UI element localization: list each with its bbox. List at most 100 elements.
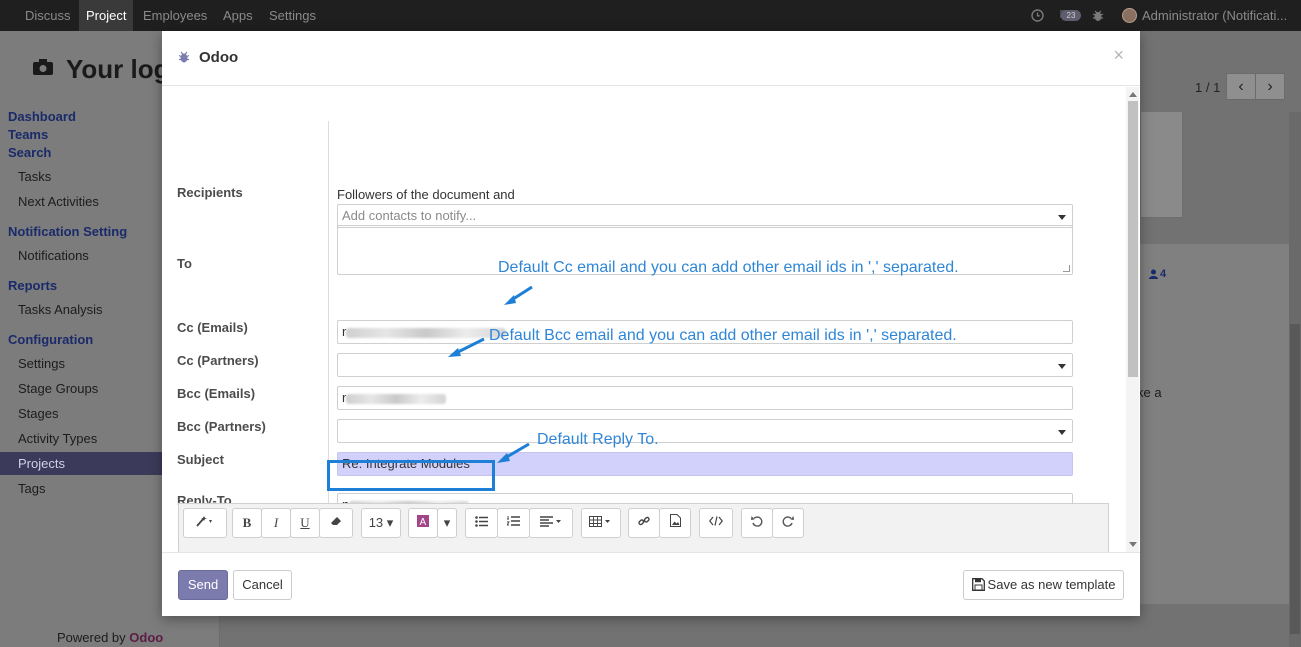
chevron-down-icon[interactable] <box>1058 430 1066 435</box>
redo-button[interactable] <box>772 508 804 538</box>
sidebar-item-tags[interactable]: Tags <box>18 481 45 496</box>
sidebar-item-notifications[interactable]: Notifications <box>18 248 89 263</box>
resize-handle[interactable] <box>1063 265 1070 272</box>
pager-prev-button[interactable]: ‹ <box>1226 73 1256 100</box>
sidebar-item-projects[interactable]: Projects <box>18 456 65 471</box>
user-avatar[interactable] <box>1122 8 1137 23</box>
code-view-button[interactable] <box>699 508 733 538</box>
sidebar-configuration[interactable]: Configuration <box>8 332 93 347</box>
followers-count[interactable]: 4 <box>1160 268 1166 280</box>
sidebar-search[interactable]: Search <box>8 145 51 160</box>
color-button[interactable]: A <box>408 508 438 538</box>
sidebar-item-tasks-analysis[interactable]: Tasks Analysis <box>18 302 103 317</box>
italic-button[interactable]: I <box>261 508 291 538</box>
bg-snippet: ke a <box>1137 385 1162 400</box>
sidebar-notification-setting[interactable]: Notification Setting <box>8 224 127 239</box>
arrow-reply-to <box>497 442 530 463</box>
sidebar-item-settings[interactable]: Settings <box>18 356 65 371</box>
bcc-emails-blurred <box>346 393 447 404</box>
file-image-icon <box>669 514 681 527</box>
bg-record-card <box>1140 112 1183 218</box>
cc-emails-label: Cc (Emails) <box>177 320 248 335</box>
followers-text: Followers of the document and <box>337 187 515 202</box>
dialog-footer: Send Cancel Save as new template <box>162 552 1140 616</box>
clock-icon[interactable] <box>1031 9 1044 22</box>
send-button[interactable]: Send <box>178 570 228 600</box>
message-count-badge: 23 <box>1061 10 1081 21</box>
reply-to-highlight <box>327 460 495 491</box>
page-scrollbar-thumb[interactable] <box>1290 324 1300 634</box>
to-label: To <box>177 256 192 271</box>
subject-label: Subject <box>177 452 224 467</box>
sidebar-item-next-activities[interactable]: Next Activities <box>18 194 99 209</box>
undo-button[interactable] <box>741 508 773 538</box>
underline-button[interactable]: U <box>290 508 320 538</box>
style-button[interactable] <box>183 508 227 538</box>
nav-project[interactable]: Project <box>79 0 134 31</box>
cancel-button[interactable]: Cancel <box>233 570 292 600</box>
nav-discuss[interactable]: Discuss <box>25 0 71 31</box>
align-button[interactable] <box>529 508 573 538</box>
chevron-down-icon[interactable] <box>1058 215 1066 220</box>
svg-text:A: A <box>420 517 427 527</box>
nav-apps[interactable]: Apps <box>223 0 253 31</box>
sidebar-item-stages[interactable]: Stages <box>18 406 58 421</box>
pager-next-button[interactable]: › <box>1255 73 1285 100</box>
table-icon <box>589 516 610 527</box>
dialog-scrollbar-thumb[interactable] <box>1128 101 1138 377</box>
sidebar-item-activity-types[interactable]: Activity Types <box>18 431 97 446</box>
bold-button[interactable]: B <box>232 508 262 538</box>
dialog-body: Recipients Followers of the document and… <box>162 87 1140 552</box>
arrow-bcc <box>448 337 485 357</box>
powered-by: Powered by Odoo <box>57 630 163 645</box>
redo-icon <box>782 516 794 527</box>
sidebar-reports[interactable]: Reports <box>8 278 57 293</box>
recipients-placeholder: Add contacts to notify... <box>342 208 477 223</box>
sidebar-teams[interactable]: Teams <box>8 127 48 142</box>
eraser-button[interactable] <box>319 508 353 538</box>
image-button[interactable] <box>659 508 691 538</box>
sidebar-dashboard[interactable]: Dashboard <box>8 109 76 124</box>
user-menu[interactable]: Administrator (Notificati... <box>1142 0 1287 31</box>
annotation-reply-to: Default Reply To. <box>537 431 659 448</box>
scroll-down-icon[interactable] <box>1129 542 1137 547</box>
html-editor[interactable]: B I U 13 ▾ A ▾ <box>178 503 1109 552</box>
dialog-title: Odoo <box>199 49 239 66</box>
undo-icon <box>751 516 763 527</box>
save-template-label: Save as new template <box>987 577 1116 592</box>
bug-icon <box>178 51 190 63</box>
bg-chatter: 4 ke a <box>1137 244 1289 604</box>
color-dropdown-button[interactable]: ▾ <box>437 508 457 538</box>
bullet-list-button[interactable] <box>465 508 498 538</box>
numbered-list-button[interactable] <box>497 508 530 538</box>
font-color-icon: A <box>417 515 429 528</box>
sidebar-item-stage-groups[interactable]: Stage Groups <box>18 381 98 396</box>
page-title: Your log <box>66 54 170 84</box>
annotation-bcc: Default Bcc email and you can add other … <box>489 327 957 344</box>
code-icon <box>709 516 723 526</box>
save-template-button[interactable]: Save as new template <box>963 570 1124 600</box>
scroll-up-icon[interactable] <box>1129 92 1137 97</box>
close-button[interactable]: × <box>1113 45 1124 66</box>
arrow-cc <box>504 285 533 305</box>
link-button[interactable] <box>628 508 660 538</box>
bug-icon[interactable] <box>1092 9 1104 22</box>
numbered-list-icon <box>506 516 520 526</box>
pager-value: 1 / 1 <box>1195 80 1221 95</box>
powered-by-text: Powered by <box>57 630 126 645</box>
link-icon <box>638 516 650 526</box>
nav-settings[interactable]: Settings <box>269 0 316 31</box>
nav-employees[interactable]: Employees <box>143 0 207 31</box>
chevron-down-icon[interactable] <box>1058 364 1066 369</box>
bcc-emails-input[interactable]: r <box>337 386 1073 410</box>
camera-icon <box>33 59 53 75</box>
bcc-partners-label: Bcc (Partners) <box>177 419 266 434</box>
bcc-partners-input[interactable] <box>337 419 1073 443</box>
bullet-list-icon <box>475 516 488 527</box>
magic-icon <box>196 516 212 527</box>
powered-by-brand[interactable]: Odoo <box>129 630 163 645</box>
floppy-icon <box>971 578 985 591</box>
table-button[interactable] <box>581 508 621 538</box>
font-size-button[interactable]: 13 ▾ <box>361 508 401 538</box>
sidebar-item-tasks[interactable]: Tasks <box>18 169 51 184</box>
